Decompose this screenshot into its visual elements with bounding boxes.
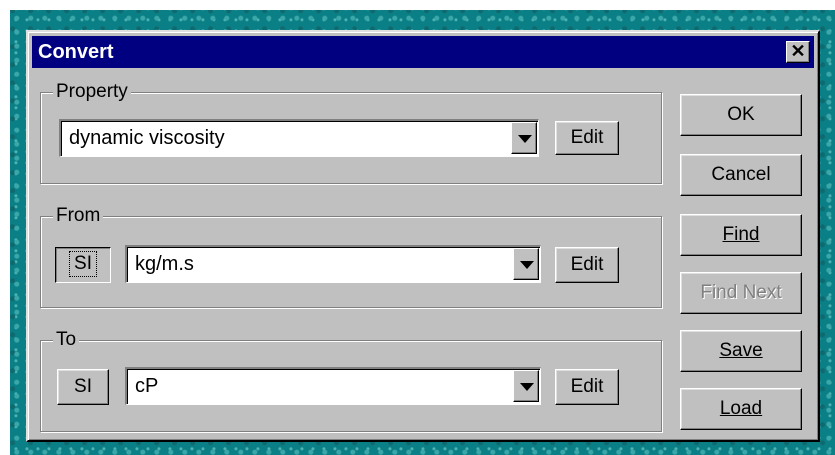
to-unit-value: cP [135,375,159,397]
from-edit-button[interactable]: Edit [555,247,619,283]
save-button[interactable]: Save [680,330,802,372]
to-dropdown-arrow-icon[interactable] [513,370,539,402]
to-group-label: To [53,329,80,351]
from-group: From SI kg/m.s Edit [40,205,662,308]
to-edit-button[interactable]: Edit [555,369,619,405]
property-edit-button[interactable]: Edit [555,121,619,155]
to-unit-combobox[interactable]: cP [125,367,541,405]
property-group: Property dynamic viscosity Edit [40,81,662,184]
convert-dialog: Convert ✕ Property dynamic viscosity Edi… [26,30,820,442]
close-icon: ✕ [790,41,806,61]
from-group-label: From [53,205,104,227]
title-bar: Convert ✕ [32,36,814,68]
cancel-button[interactable]: Cancel [680,154,802,196]
to-si-button[interactable]: SI [57,369,109,405]
close-button[interactable]: ✕ [786,41,810,63]
from-unit-combobox[interactable]: kg/m.s [125,245,541,283]
from-unit-value: kg/m.s [135,253,194,275]
property-value: dynamic viscosity [69,127,225,149]
window-title: Convert [38,41,114,63]
load-button[interactable]: Load [680,388,802,430]
ok-button[interactable]: OK [680,94,802,136]
find-next-button[interactable]: Find Next [680,272,802,314]
property-combobox[interactable]: dynamic viscosity [59,119,539,157]
property-group-label: Property [53,81,131,103]
to-group: To SI cP Edit [40,329,662,432]
property-dropdown-arrow-icon[interactable] [511,122,537,154]
find-button[interactable]: Find [680,214,802,256]
from-dropdown-arrow-icon[interactable] [513,248,539,280]
from-si-button[interactable]: SI [55,247,111,283]
